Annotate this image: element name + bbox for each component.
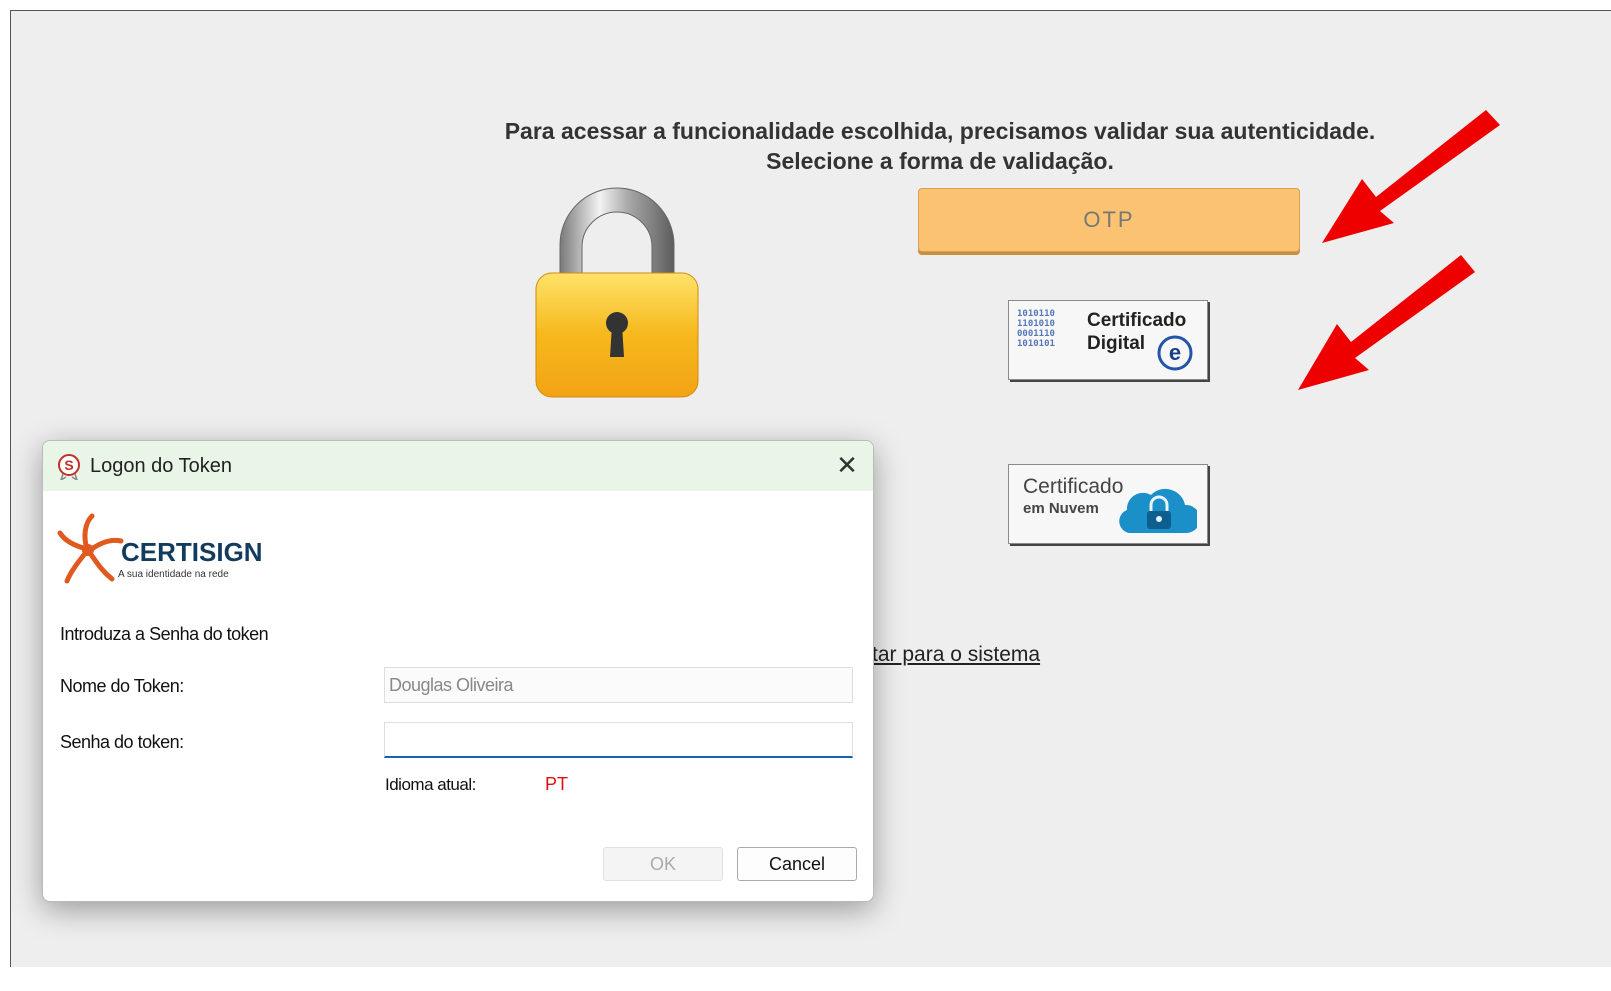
token-logon-dialog: S Logon do Token ✕ CERTISIGN A sua ident…	[42, 440, 874, 902]
certisign-logo	[57, 513, 124, 584]
svg-text:S: S	[64, 457, 73, 473]
annotation-arrow-otp	[1322, 110, 1500, 243]
ok-button[interactable]: OK	[603, 847, 723, 881]
certificado-nuvem-button[interactable]: Certificado em Nuvem	[1008, 464, 1208, 544]
page-subheading: Selecione a forma de validação.	[766, 148, 1114, 174]
cert-digital-line2: Digital	[1087, 333, 1146, 354]
token-password-label: Senha do token:	[60, 732, 184, 752]
dialog-title: Logon do Token	[90, 455, 232, 477]
cert-digital-line1: Certificado	[1087, 310, 1187, 331]
language-label: Idioma atual:	[385, 775, 476, 794]
otp-button[interactable]: OTP	[918, 188, 1300, 252]
cert-nuvem-line1: Certificado	[1023, 475, 1124, 498]
intro-text: Introduza a Senha do token	[60, 624, 269, 644]
cancel-button[interactable]: Cancel	[737, 847, 857, 881]
padlock-icon	[535, 187, 699, 398]
token-name-field	[384, 667, 853, 703]
annotation-arrow-certificado	[1298, 255, 1475, 390]
binary-pattern-icon: 1010110 1101010 0001110 1010101	[1017, 309, 1055, 349]
dialog-titlebar: S Logon do Token ✕	[43, 441, 873, 491]
token-password-input[interactable]	[384, 722, 853, 758]
certisign-logo-text: CERTISIGN	[121, 537, 263, 567]
language-value: PT	[545, 774, 569, 794]
cloud-lock-icon	[1119, 488, 1197, 533]
certificado-digital-button[interactable]: 1010110 1101010 0001110 1010101 Certificado…	[1008, 300, 1208, 380]
cert-nuvem-line2: em Nuvem	[1023, 500, 1099, 517]
svg-text:e: e	[1169, 340, 1181, 365]
certisign-tagline: A sua identidade na rede	[118, 569, 229, 580]
e-cpf-icon: e	[1157, 335, 1193, 371]
certisign-app-icon: S	[58, 454, 80, 480]
close-icon[interactable]: ✕	[827, 447, 867, 483]
page-heading: Para acessar a funcionalidade escolhida,…	[504, 118, 1376, 144]
back-to-system-link[interactable]: tar para o sistema	[872, 643, 1040, 667]
token-name-label: Nome do Token:	[60, 676, 184, 696]
